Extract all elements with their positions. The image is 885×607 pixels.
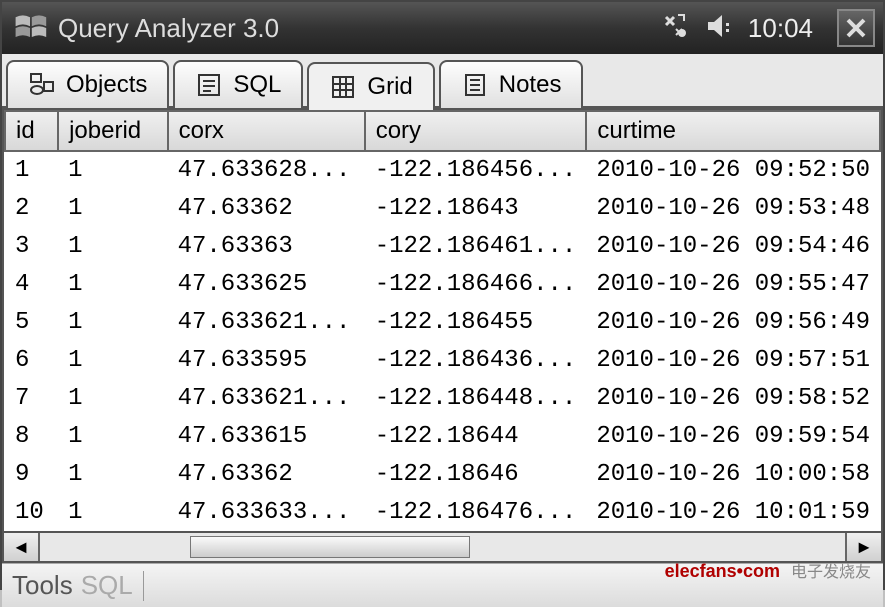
notes-icon (461, 71, 489, 99)
cell-joberid[interactable]: 1 (58, 341, 168, 379)
cell-cory[interactable]: -122.18644 (365, 417, 587, 455)
cell-corx[interactable]: 47.63362 (168, 189, 365, 227)
cell-curtime[interactable]: 2010-10-26 09:54:46 (586, 227, 880, 265)
sql-icon (195, 71, 223, 99)
cell-corx[interactable]: 47.633628... (168, 151, 365, 189)
tab-strip: Objects SQL (2, 54, 883, 108)
clock[interactable]: 10:04 (748, 13, 813, 44)
table-row[interactable]: 6147.633595-122.186436...2010-10-26 09:5… (5, 341, 880, 379)
table-row[interactable]: 3147.63363-122.186461...2010-10-26 09:54… (5, 227, 880, 265)
cell-cory[interactable]: -122.186456... (365, 151, 587, 189)
watermark-brand: elecfans (665, 561, 737, 581)
tab-objects[interactable]: Objects (6, 60, 169, 108)
table-row[interactable]: 1147.633628...-122.186456...2010-10-26 0… (5, 151, 880, 189)
menu-tools[interactable]: Tools (12, 570, 73, 601)
cell-cory[interactable]: -122.186455 (365, 303, 587, 341)
menu-sql[interactable]: SQL (81, 570, 133, 601)
scroll-thumb[interactable] (190, 536, 470, 558)
scroll-left-arrow[interactable]: ◄ (4, 533, 40, 561)
cell-curtime[interactable]: 2010-10-26 09:52:50 (586, 151, 880, 189)
close-button[interactable] (837, 9, 875, 47)
data-grid: id joberid corx cory curtime 1147.633628… (2, 108, 883, 533)
connectivity-icon[interactable] (660, 11, 690, 46)
watermark-cn: 电子发烧友 (791, 564, 871, 581)
cell-joberid[interactable]: 1 (58, 303, 168, 341)
column-header-cory[interactable]: cory (365, 111, 587, 151)
cell-joberid[interactable]: 1 (58, 227, 168, 265)
cell-id[interactable]: 8 (5, 417, 58, 455)
table-row[interactable]: 2147.63362-122.186432010-10-26 09:53:48 (5, 189, 880, 227)
scroll-right-arrow[interactable]: ► (845, 533, 881, 561)
cell-curtime[interactable]: 2010-10-26 09:56:49 (586, 303, 880, 341)
volume-icon[interactable] (704, 11, 734, 46)
cell-corx[interactable]: 47.633595 (168, 341, 365, 379)
tab-notes-label: Notes (499, 71, 562, 99)
cell-joberid[interactable]: 1 (58, 151, 168, 189)
watermark-suffix: com (743, 561, 780, 581)
status-separator (143, 571, 144, 601)
cell-curtime[interactable]: 2010-10-26 09:55:47 (586, 265, 880, 303)
tab-grid[interactable]: Grid (307, 62, 434, 110)
cell-corx[interactable]: 47.633633... (168, 493, 365, 531)
cell-cory[interactable]: -122.18643 (365, 189, 587, 227)
cell-cory[interactable]: -122.18646 (365, 455, 587, 493)
cell-id[interactable]: 9 (5, 455, 58, 493)
tab-grid-label: Grid (367, 73, 412, 101)
window-title: Query Analyzer 3.0 (58, 13, 660, 44)
cell-curtime[interactable]: 2010-10-26 10:00:58 (586, 455, 880, 493)
cell-corx[interactable]: 47.633621... (168, 379, 365, 417)
cell-curtime[interactable]: 2010-10-26 10:01:59 (586, 493, 880, 531)
cell-cory[interactable]: -122.186476... (365, 493, 587, 531)
cell-joberid[interactable]: 1 (58, 455, 168, 493)
cell-joberid[interactable]: 1 (58, 493, 168, 531)
start-flag-icon[interactable] (10, 8, 50, 48)
cell-joberid[interactable]: 1 (58, 189, 168, 227)
cell-corx[interactable]: 47.633621... (168, 303, 365, 341)
table-row[interactable]: 10147.633633...-122.186476...2010-10-26 … (5, 493, 880, 531)
titlebar: Query Analyzer 3.0 10:04 (2, 2, 883, 54)
cell-cory[interactable]: -122.186448... (365, 379, 587, 417)
scroll-track[interactable] (40, 533, 845, 561)
cell-corx[interactable]: 47.633625 (168, 265, 365, 303)
cell-id[interactable]: 6 (5, 341, 58, 379)
grid-icon (329, 73, 357, 101)
cell-id[interactable]: 7 (5, 379, 58, 417)
tab-sql[interactable]: SQL (173, 60, 303, 108)
column-header-id[interactable]: id (5, 111, 58, 151)
cell-curtime[interactable]: 2010-10-26 09:58:52 (586, 379, 880, 417)
cell-curtime[interactable]: 2010-10-26 09:53:48 (586, 189, 880, 227)
table-row[interactable]: 4147.633625-122.186466...2010-10-26 09:5… (5, 265, 880, 303)
cell-cory[interactable]: -122.186461... (365, 227, 587, 265)
cell-id[interactable]: 5 (5, 303, 58, 341)
cell-joberid[interactable]: 1 (58, 417, 168, 455)
table-row[interactable]: 8147.633615-122.186442010-10-26 09:59:54 (5, 417, 880, 455)
tab-sql-label: SQL (233, 71, 281, 99)
column-header-curtime[interactable]: curtime (586, 111, 880, 151)
cell-id[interactable]: 4 (5, 265, 58, 303)
cell-corx[interactable]: 47.63362 (168, 455, 365, 493)
table-row[interactable]: 9147.63362-122.186462010-10-26 10:00:58 (5, 455, 880, 493)
cell-cory[interactable]: -122.186436... (365, 341, 587, 379)
table-row[interactable]: 7147.633621...-122.186448...2010-10-26 0… (5, 379, 880, 417)
cell-id[interactable]: 2 (5, 189, 58, 227)
objects-icon (28, 71, 56, 99)
cell-joberid[interactable]: 1 (58, 265, 168, 303)
tab-objects-label: Objects (66, 71, 147, 99)
cell-joberid[interactable]: 1 (58, 379, 168, 417)
tab-notes[interactable]: Notes (439, 60, 584, 108)
cell-curtime[interactable]: 2010-10-26 09:59:54 (586, 417, 880, 455)
cell-curtime[interactable]: 2010-10-26 09:57:51 (586, 341, 880, 379)
cell-id[interactable]: 1 (5, 151, 58, 189)
cell-cory[interactable]: -122.186466... (365, 265, 587, 303)
column-header-joberid[interactable]: joberid (58, 111, 168, 151)
column-header-corx[interactable]: corx (168, 111, 365, 151)
cell-corx[interactable]: 47.63363 (168, 227, 365, 265)
watermark: elecfans•com 电子发烧友 (665, 558, 871, 582)
cell-corx[interactable]: 47.633615 (168, 417, 365, 455)
cell-id[interactable]: 3 (5, 227, 58, 265)
table-row[interactable]: 5147.633621...-122.1864552010-10-26 09:5… (5, 303, 880, 341)
cell-id[interactable]: 10 (5, 493, 58, 531)
